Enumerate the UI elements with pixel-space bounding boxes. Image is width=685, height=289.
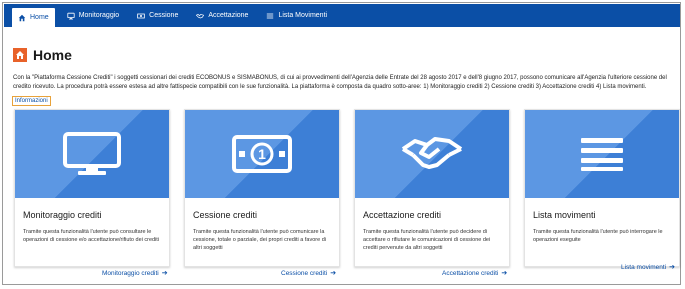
nav-item-label: Monitoraggio (78, 12, 120, 19)
card-image (525, 110, 679, 198)
card-description: Tramite questa funzionalità l'utente può… (363, 229, 491, 251)
nav-item-home[interactable]: Home (12, 8, 55, 27)
card-link-monitoraggio[interactable]: Monitoraggio crediti ➔ (102, 269, 168, 278)
browser-frame: Home Monitoraggio Cessione Accettazione … (2, 2, 681, 285)
card-link-label: Accettazione crediti (442, 269, 499, 277)
home-icon (18, 14, 26, 21)
svg-text:1: 1 (258, 146, 266, 162)
nav-item-lista-movimenti[interactable]: Lista Movimenti (260, 4, 333, 27)
card-description: Tramite questa funzionalità l'utente può… (193, 229, 326, 251)
card-lista-movimenti: Lista movimenti Tramite questa funzional… (524, 109, 680, 267)
list-icon (267, 13, 274, 18)
card-image (15, 110, 169, 198)
card-link-accettazione[interactable]: Accettazione crediti ➔ (442, 269, 508, 278)
handshake-icon (401, 137, 463, 169)
card-description: Tramite questa funzionalità l'utente può… (533, 229, 663, 243)
card-link-cessione[interactable]: Cessione crediti ➔ (281, 269, 337, 278)
nav-item-label: Home (30, 14, 49, 21)
arrow-right-icon: ➔ (669, 264, 676, 271)
arrow-right-icon: ➔ (330, 270, 337, 277)
page-header: Home (13, 47, 72, 63)
card-image (355, 110, 509, 198)
monitor-icon (67, 12, 75, 19)
card-link-label: Monitoraggio crediti (102, 269, 159, 277)
home-badge (13, 48, 27, 62)
arrow-right-icon: ➔ (161, 270, 168, 277)
card-title: Cessione crediti (193, 210, 258, 220)
monitor-icon (63, 132, 121, 175)
card-image: 1 (185, 110, 339, 198)
nav-item-label: Cessione (149, 12, 179, 19)
arrow-right-icon: ➔ (501, 270, 508, 277)
card-title: Accettazione crediti (363, 210, 442, 220)
nav-item-accettazione[interactable]: Accettazione (190, 4, 254, 27)
intro-text: Con la "Piattaforma Cessione Crediti" i … (13, 75, 667, 90)
cards-grid: Monitoraggio crediti Tramite questa funz… (14, 109, 680, 285)
card-link-lista-movimenti[interactable]: Lista movimenti ➔ (621, 263, 676, 272)
card-cessione: 1 Cessione crediti Tramite questa funzio… (184, 109, 340, 267)
list-icon (581, 138, 623, 171)
top-navbar: Home Monitoraggio Cessione Accettazione … (4, 4, 680, 27)
page-title: Home (33, 47, 72, 63)
card-link-label: Cessione crediti (281, 269, 328, 277)
card-title: Monitoraggio crediti (23, 210, 102, 220)
nav-item-label: Accettazione (208, 12, 249, 19)
card-description: Tramite questa funzionalità l'utente può… (23, 229, 160, 243)
handshake-icon (196, 13, 205, 18)
nav-item-label: Lista Movimenti (278, 12, 328, 19)
card-accettazione: Accettazione crediti Tramite questa funz… (354, 109, 510, 267)
card-title: Lista movimenti (533, 210, 596, 220)
nav-item-monitoraggio[interactable]: Monitoraggio (61, 4, 125, 27)
nav-item-cessione[interactable]: Cessione (131, 4, 184, 27)
money-icon (137, 13, 145, 18)
home-icon (16, 51, 24, 59)
card-link-label: Lista movimenti (621, 263, 667, 271)
info-link[interactable]: Informazioni (12, 96, 51, 106)
card-monitoraggio: Monitoraggio crediti Tramite questa funz… (14, 109, 170, 267)
money-icon: 1 (232, 135, 292, 173)
